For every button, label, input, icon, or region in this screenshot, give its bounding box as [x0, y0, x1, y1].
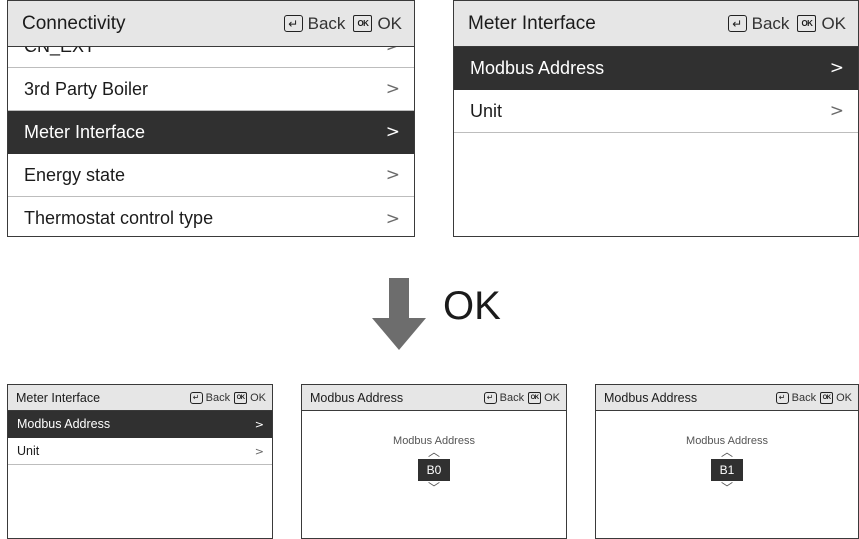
ok-icon[interactable]: OK — [820, 391, 834, 404]
header-bar: Modbus Address ↵ Back OK OK — [596, 385, 858, 411]
list-item-label: Thermostat control type — [24, 208, 214, 228]
list-item-label: 3rd Party Boiler — [24, 78, 149, 99]
chevron-right-icon: > — [385, 208, 400, 229]
chevron-up-icon[interactable]: ︿ — [302, 446, 566, 458]
list-item-label: CN_EXT — [24, 47, 95, 57]
ok-label[interactable]: OK — [836, 392, 852, 404]
chevron-right-icon: > — [829, 58, 844, 78]
list-item-meter-interface[interactable]: Meter Interface > — [8, 111, 414, 154]
back-label[interactable]: Back — [792, 392, 816, 404]
ok-label[interactable]: OK — [250, 392, 266, 404]
menu-list: Modbus Address > Unit > — [454, 47, 858, 133]
back-icon[interactable]: ↵ — [483, 391, 497, 404]
screen-title: Meter Interface — [16, 390, 101, 405]
picker-value[interactable]: B0 — [418, 459, 450, 481]
ok-icon[interactable]: OK — [797, 15, 817, 32]
back-label[interactable]: Back — [500, 392, 524, 404]
list-item-cn-ext[interactable]: CN_EXT > — [8, 47, 414, 68]
ok-icon[interactable]: OK — [234, 391, 248, 404]
ok-label[interactable]: OK — [377, 14, 402, 34]
list-item-label: Energy state — [24, 164, 126, 185]
back-icon[interactable]: ↵ — [775, 391, 789, 404]
list-item-thermostat-control-type[interactable]: Thermostat control type > — [8, 197, 414, 236]
header-bar: Connectivity ↵ Back OK OK — [8, 1, 414, 47]
list-item-unit[interactable]: Unit > — [8, 438, 272, 465]
chevron-right-icon: > — [829, 101, 844, 121]
chevron-right-icon: > — [385, 165, 400, 185]
meter-interface-screen-small: Meter Interface ↵ Back OK OK Modbus Addr… — [7, 384, 273, 539]
back-label[interactable]: Back — [308, 14, 346, 34]
down-arrow-icon — [372, 278, 426, 350]
list-item-label: Modbus Address — [470, 57, 605, 78]
ok-icon[interactable]: OK — [528, 391, 542, 404]
modbus-address-screen-b1: Modbus Address ↵ Back OK OK Modbus Addre… — [595, 384, 859, 539]
header-bar: Modbus Address ↵ Back OK OK — [302, 385, 566, 411]
list-item-modbus-address[interactable]: Modbus Address > — [8, 411, 272, 438]
connectivity-screen: Connectivity ↵ Back OK OK CN_EXT > 3rd Pa… — [7, 0, 415, 237]
list-item-label: Meter Interface — [24, 121, 146, 142]
back-icon[interactable]: ↵ — [189, 391, 203, 404]
chevron-right-icon: > — [386, 47, 400, 56]
modbus-address-picker: Modbus Address ︿ B0 ﹀ — [302, 435, 566, 494]
list-item-energy-state[interactable]: Energy state > — [8, 154, 414, 197]
transition-ok-label: OK — [443, 284, 501, 328]
back-label[interactable]: Back — [206, 392, 230, 404]
ok-label[interactable]: OK — [544, 392, 560, 404]
screen-title: Modbus Address — [310, 390, 404, 405]
ok-icon[interactable]: OK — [353, 15, 373, 32]
list-item-3rd-party-boiler[interactable]: 3rd Party Boiler > — [8, 68, 414, 111]
screen-title: Modbus Address — [604, 390, 698, 405]
modbus-address-screen-b0: Modbus Address ↵ Back OK OK Modbus Addre… — [301, 384, 567, 539]
chevron-right-icon: > — [254, 444, 264, 458]
list-item-label: Modbus Address — [17, 417, 111, 431]
chevron-up-icon[interactable]: ︿ — [596, 446, 858, 458]
screen-title: Meter Interface — [468, 12, 596, 34]
chevron-down-icon[interactable]: ﹀ — [596, 482, 858, 494]
chevron-right-icon: > — [385, 79, 400, 99]
menu-list: CN_EXT > 3rd Party Boiler > Meter Interfac… — [8, 47, 414, 236]
list-item-label: Unit — [470, 100, 503, 121]
chevron-down-icon[interactable]: ﹀ — [302, 482, 566, 494]
list-item-label: Unit — [17, 444, 40, 458]
meter-interface-screen: Meter Interface ↵ Back OK OK Modbus Addr… — [453, 0, 859, 237]
back-label[interactable]: Back — [752, 14, 790, 34]
header-bar: Meter Interface ↵ Back OK OK — [8, 385, 272, 411]
chevron-right-icon: > — [254, 417, 264, 431]
header-bar: Meter Interface ↵ Back OK OK — [454, 1, 858, 47]
list-item-unit[interactable]: Unit > — [454, 90, 858, 133]
back-icon[interactable]: ↵ — [283, 15, 303, 32]
screen-title: Connectivity — [22, 12, 126, 34]
menu-list: Modbus Address > Unit > — [8, 411, 272, 465]
picker-value[interactable]: B1 — [711, 459, 743, 481]
list-item-modbus-address[interactable]: Modbus Address > — [454, 47, 858, 90]
modbus-address-picker: Modbus Address ︿ B1 ﹀ — [596, 435, 858, 494]
back-icon[interactable]: ↵ — [727, 15, 747, 32]
chevron-right-icon: > — [385, 122, 400, 142]
ok-label[interactable]: OK — [821, 14, 846, 34]
